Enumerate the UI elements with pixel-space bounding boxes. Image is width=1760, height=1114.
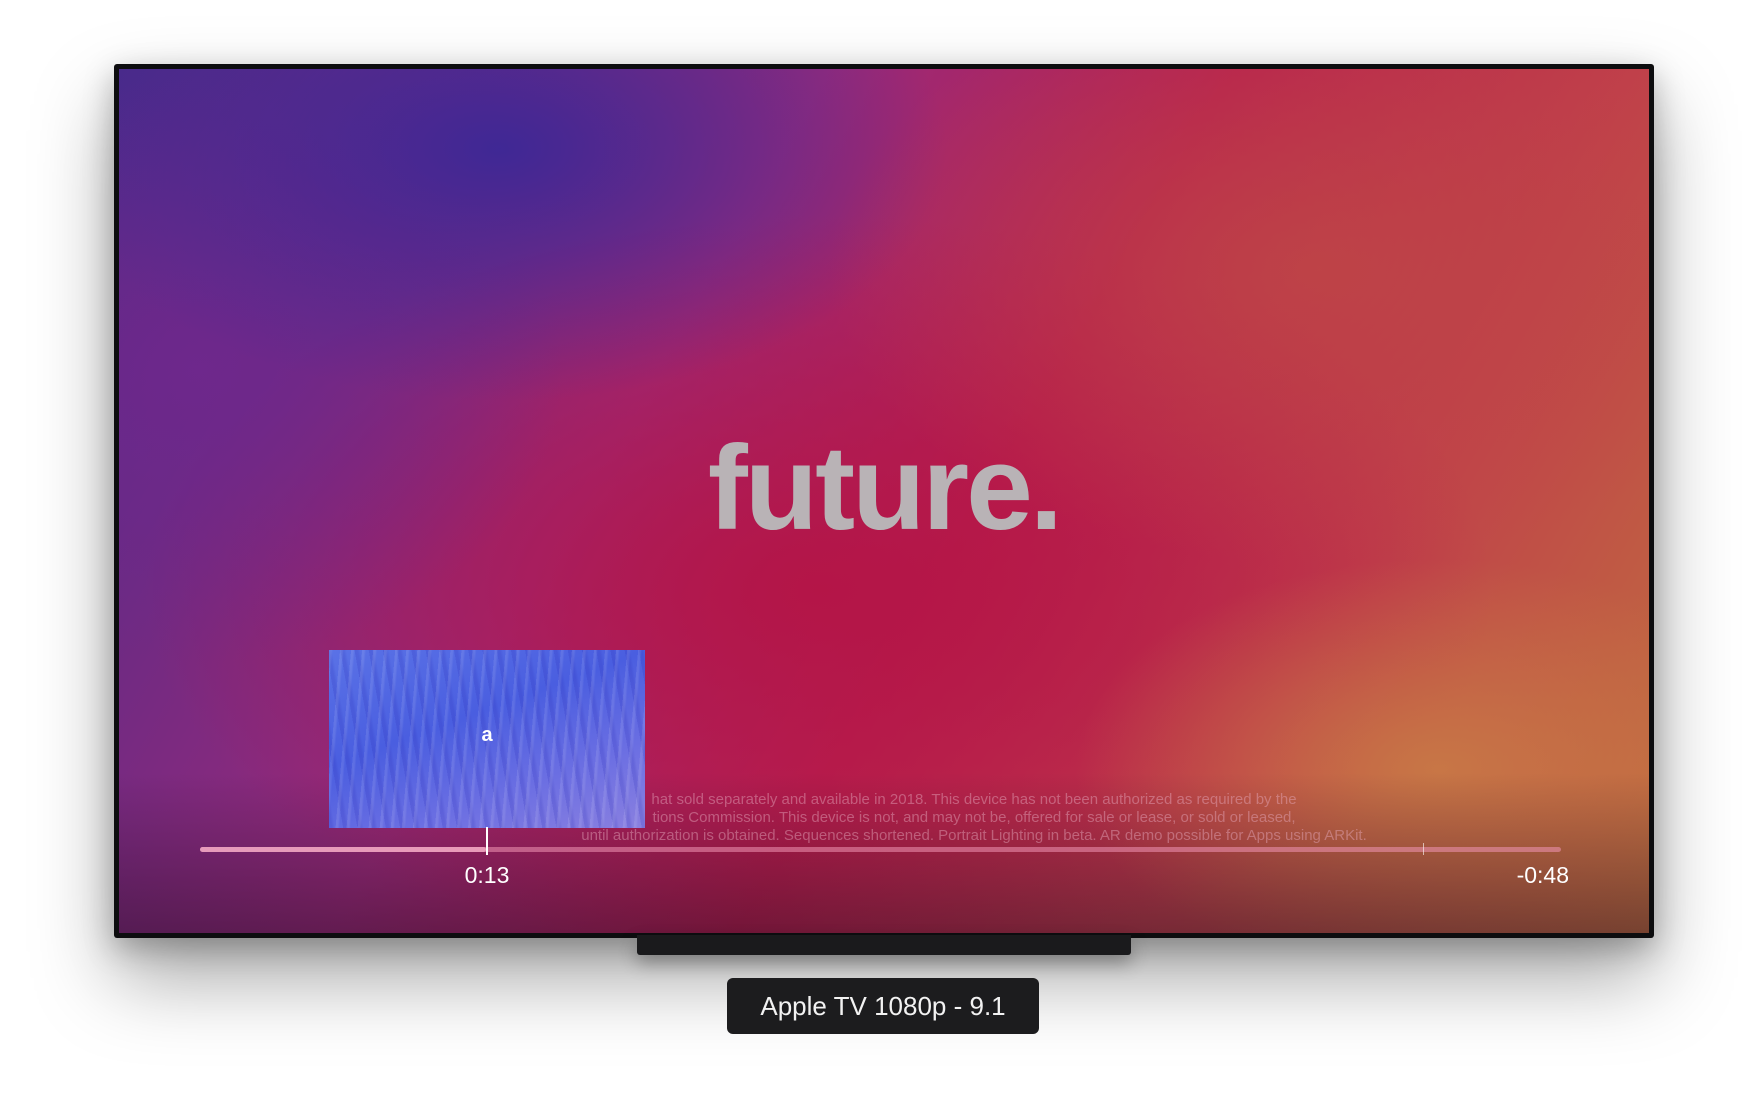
scrubber-end-marker [1423, 843, 1424, 855]
scrubber-playhead[interactable] [486, 827, 488, 855]
video-headline: future. [707, 421, 1063, 555]
scrubber-progress [200, 847, 486, 852]
remaining-time: -0:48 [1516, 862, 1569, 888]
thumbnail-label: a [481, 724, 493, 746]
tv-screen[interactable]: future. hat sold separately and availabl… [119, 69, 1649, 933]
tv-frame: future. hat sold separately and availabl… [114, 64, 1654, 938]
tv-stand [637, 935, 1131, 955]
device-label: Apple TV 1080p - 9.1 [727, 978, 1039, 1034]
scrub-preview-thumbnail: a [329, 650, 645, 828]
elapsed-time: 0:13 [464, 862, 510, 888]
disclaimer-line-3: until authorization is obtained. Sequenc… [581, 827, 1367, 844]
scrubber-track[interactable] [200, 847, 1561, 852]
